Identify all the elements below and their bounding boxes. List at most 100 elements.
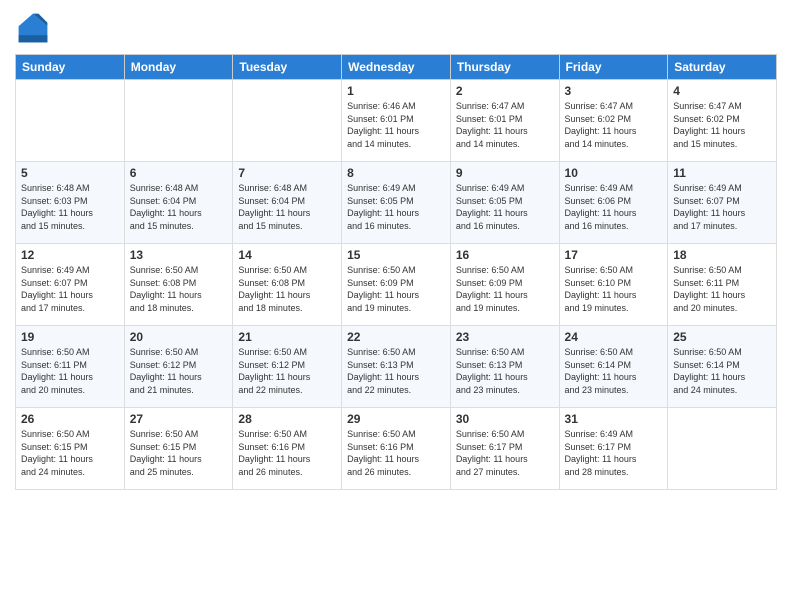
day-header-sunday: Sunday [16,55,125,80]
day-info: Sunrise: 6:50 AM Sunset: 6:16 PM Dayligh… [347,428,445,478]
logo-icon [15,10,51,46]
calendar-cell: 26 Sunrise: 6:50 AM Sunset: 6:15 PM Dayli… [16,408,125,490]
calendar-cell [668,408,777,490]
day-info: Sunrise: 6:50 AM Sunset: 6:08 PM Dayligh… [130,264,228,314]
calendar-cell: 14 Sunrise: 6:50 AM Sunset: 6:08 PM Dayli… [233,244,342,326]
day-number: 17 [565,248,663,262]
day-header-thursday: Thursday [450,55,559,80]
day-number: 13 [130,248,228,262]
day-header-friday: Friday [559,55,668,80]
day-info: Sunrise: 6:50 AM Sunset: 6:10 PM Dayligh… [565,264,663,314]
day-info: Sunrise: 6:50 AM Sunset: 6:13 PM Dayligh… [456,346,554,396]
calendar-cell: 23 Sunrise: 6:50 AM Sunset: 6:13 PM Dayli… [450,326,559,408]
day-number: 6 [130,166,228,180]
day-header-wednesday: Wednesday [342,55,451,80]
day-number: 19 [21,330,119,344]
day-info: Sunrise: 6:48 AM Sunset: 6:04 PM Dayligh… [238,182,336,232]
calendar-cell: 5 Sunrise: 6:48 AM Sunset: 6:03 PM Daylig… [16,162,125,244]
calendar-cell: 11 Sunrise: 6:49 AM Sunset: 6:07 PM Dayli… [668,162,777,244]
calendar-cell: 30 Sunrise: 6:50 AM Sunset: 6:17 PM Dayli… [450,408,559,490]
day-number: 5 [21,166,119,180]
day-info: Sunrise: 6:50 AM Sunset: 6:11 PM Dayligh… [21,346,119,396]
day-number: 24 [565,330,663,344]
calendar-cell: 29 Sunrise: 6:50 AM Sunset: 6:16 PM Dayli… [342,408,451,490]
day-number: 12 [21,248,119,262]
week-row-0: 1Sunrise: 6:46 AM Sunset: 6:01 PM Daylig… [16,80,777,162]
calendar-cell: 3Sunrise: 6:47 AM Sunset: 6:02 PM Daylig… [559,80,668,162]
calendar-cell: 19 Sunrise: 6:50 AM Sunset: 6:11 PM Dayli… [16,326,125,408]
day-number: 14 [238,248,336,262]
day-info: Sunrise: 6:50 AM Sunset: 6:13 PM Dayligh… [347,346,445,396]
calendar-cell: 27 Sunrise: 6:50 AM Sunset: 6:15 PM Dayli… [124,408,233,490]
calendar-cell: 1Sunrise: 6:46 AM Sunset: 6:01 PM Daylig… [342,80,451,162]
calendar-cell: 8 Sunrise: 6:49 AM Sunset: 6:05 PM Daylig… [342,162,451,244]
day-info: Sunrise: 6:50 AM Sunset: 6:15 PM Dayligh… [130,428,228,478]
week-row-2: 12 Sunrise: 6:49 AM Sunset: 6:07 PM Dayli… [16,244,777,326]
calendar-cell [16,80,125,162]
calendar-cell: 9Sunrise: 6:49 AM Sunset: 6:05 PM Daylig… [450,162,559,244]
calendar-cell: 17 Sunrise: 6:50 AM Sunset: 6:10 PM Dayli… [559,244,668,326]
day-number: 28 [238,412,336,426]
day-number: 8 [347,166,445,180]
day-number: 2 [456,84,554,98]
calendar-cell: 16Sunrise: 6:50 AM Sunset: 6:09 PM Dayli… [450,244,559,326]
day-number: 23 [456,330,554,344]
calendar-cell [233,80,342,162]
day-info: Sunrise: 6:50 AM Sunset: 6:16 PM Dayligh… [238,428,336,478]
week-row-1: 5 Sunrise: 6:48 AM Sunset: 6:03 PM Daylig… [16,162,777,244]
day-number: 7 [238,166,336,180]
page: SundayMondayTuesdayWednesdayThursdayFrid… [0,0,792,612]
calendar: SundayMondayTuesdayWednesdayThursdayFrid… [15,54,777,490]
day-number: 3 [565,84,663,98]
calendar-cell: 28 Sunrise: 6:50 AM Sunset: 6:16 PM Dayli… [233,408,342,490]
day-info: Sunrise: 6:50 AM Sunset: 6:15 PM Dayligh… [21,428,119,478]
day-header-tuesday: Tuesday [233,55,342,80]
header [15,10,777,46]
calendar-cell: 24Sunrise: 6:50 AM Sunset: 6:14 PM Dayli… [559,326,668,408]
week-row-4: 26 Sunrise: 6:50 AM Sunset: 6:15 PM Dayli… [16,408,777,490]
day-number: 30 [456,412,554,426]
day-info: Sunrise: 6:48 AM Sunset: 6:03 PM Dayligh… [21,182,119,232]
day-number: 29 [347,412,445,426]
day-info: Sunrise: 6:50 AM Sunset: 6:08 PM Dayligh… [238,264,336,314]
day-info: Sunrise: 6:50 AM Sunset: 6:11 PM Dayligh… [673,264,771,314]
day-number: 31 [565,412,663,426]
day-info: Sunrise: 6:50 AM Sunset: 6:12 PM Dayligh… [238,346,336,396]
calendar-cell: 7 Sunrise: 6:48 AM Sunset: 6:04 PM Daylig… [233,162,342,244]
day-info: Sunrise: 6:48 AM Sunset: 6:04 PM Dayligh… [130,182,228,232]
day-info: Sunrise: 6:50 AM Sunset: 6:09 PM Dayligh… [456,264,554,314]
day-header-monday: Monday [124,55,233,80]
day-number: 10 [565,166,663,180]
calendar-cell: 4Sunrise: 6:47 AM Sunset: 6:02 PM Daylig… [668,80,777,162]
day-number: 25 [673,330,771,344]
week-row-3: 19 Sunrise: 6:50 AM Sunset: 6:11 PM Dayli… [16,326,777,408]
day-number: 11 [673,166,771,180]
day-info: Sunrise: 6:49 AM Sunset: 6:06 PM Dayligh… [565,182,663,232]
day-number: 27 [130,412,228,426]
calendar-cell: 21 Sunrise: 6:50 AM Sunset: 6:12 PM Dayli… [233,326,342,408]
calendar-cell: 15 Sunrise: 6:50 AM Sunset: 6:09 PM Dayli… [342,244,451,326]
calendar-cell: 10 Sunrise: 6:49 AM Sunset: 6:06 PM Dayli… [559,162,668,244]
calendar-cell: 13 Sunrise: 6:50 AM Sunset: 6:08 PM Dayli… [124,244,233,326]
calendar-cell: 20Sunrise: 6:50 AM Sunset: 6:12 PM Dayli… [124,326,233,408]
calendar-cell: 2Sunrise: 6:47 AM Sunset: 6:01 PM Daylig… [450,80,559,162]
day-number: 26 [21,412,119,426]
day-number: 21 [238,330,336,344]
day-info: Sunrise: 6:50 AM Sunset: 6:14 PM Dayligh… [673,346,771,396]
day-number: 9 [456,166,554,180]
day-number: 22 [347,330,445,344]
day-info: Sunrise: 6:50 AM Sunset: 6:09 PM Dayligh… [347,264,445,314]
day-number: 15 [347,248,445,262]
day-number: 20 [130,330,228,344]
calendar-cell: 25 Sunrise: 6:50 AM Sunset: 6:14 PM Dayli… [668,326,777,408]
day-info: Sunrise: 6:50 AM Sunset: 6:17 PM Dayligh… [456,428,554,478]
calendar-cell: 31 Sunrise: 6:49 AM Sunset: 6:17 PM Dayli… [559,408,668,490]
day-number: 1 [347,84,445,98]
calendar-cell: 18 Sunrise: 6:50 AM Sunset: 6:11 PM Dayli… [668,244,777,326]
day-number: 18 [673,248,771,262]
calendar-cell: 6 Sunrise: 6:48 AM Sunset: 6:04 PM Daylig… [124,162,233,244]
day-info: Sunrise: 6:49 AM Sunset: 6:07 PM Dayligh… [673,182,771,232]
day-info: Sunrise: 6:49 AM Sunset: 6:07 PM Dayligh… [21,264,119,314]
day-info: Sunrise: 6:49 AM Sunset: 6:05 PM Dayligh… [347,182,445,232]
day-info: Sunrise: 6:49 AM Sunset: 6:17 PM Dayligh… [565,428,663,478]
